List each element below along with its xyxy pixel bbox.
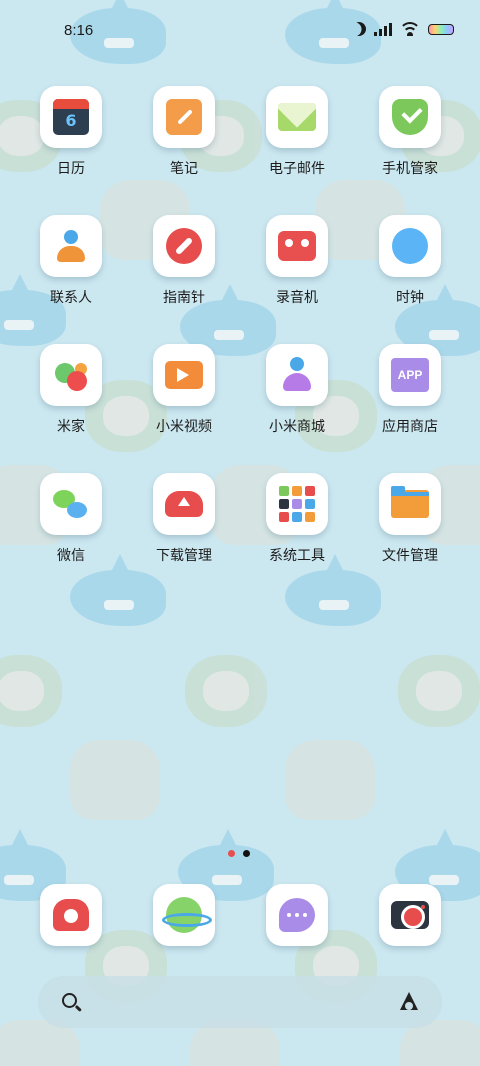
search-icon[interactable] xyxy=(62,993,77,1008)
app-label: 系统工具 xyxy=(269,548,325,564)
app-tile[interactable] xyxy=(40,215,102,277)
calendar-day: 6 xyxy=(65,111,77,130)
app-tile[interactable] xyxy=(40,344,102,406)
app-tile[interactable] xyxy=(266,215,328,277)
camera-indicator xyxy=(228,850,250,857)
browser-icon xyxy=(162,897,212,933)
app-tile[interactable] xyxy=(40,473,102,535)
app-tile[interactable] xyxy=(153,884,215,946)
app-label: 文件管理 xyxy=(382,548,438,564)
clock-icon xyxy=(392,228,428,264)
app-label: 手机管家 xyxy=(382,161,438,177)
app-clock[interactable]: 时钟 xyxy=(360,215,460,307)
folder-icon xyxy=(277,484,317,524)
wallpaper-blob xyxy=(0,655,62,727)
app-downloads[interactable]: 下载管理 xyxy=(134,473,234,565)
signal-icon xyxy=(374,22,392,36)
wallpaper-fist xyxy=(285,740,375,820)
wallpaper-blob xyxy=(185,655,267,727)
camera-icon xyxy=(391,901,429,929)
contacts-icon xyxy=(53,228,89,264)
app-file-manager[interactable]: 文件管理 xyxy=(360,473,460,565)
mijia-icon xyxy=(53,357,89,393)
app-store-icon: APP xyxy=(391,358,429,392)
wallpaper-shark xyxy=(70,554,166,626)
app-compass[interactable]: 指南针 xyxy=(134,215,234,307)
moon-icon xyxy=(349,19,368,38)
app-tile[interactable] xyxy=(266,344,328,406)
status-time: 8:16 xyxy=(64,22,94,39)
app-label: 笔记 xyxy=(170,161,198,177)
app-tile[interactable] xyxy=(379,473,441,535)
app-label: 时钟 xyxy=(396,290,424,306)
battery-icon xyxy=(428,23,454,35)
app-wechat[interactable]: 微信 xyxy=(21,473,121,565)
app-label: 小米视频 xyxy=(156,419,212,435)
app-label: 应用商店 xyxy=(382,419,438,435)
app-label: 电子邮件 xyxy=(269,161,325,177)
app-notes[interactable]: 笔记 xyxy=(134,86,234,178)
store-icon xyxy=(279,357,315,393)
wifi-icon xyxy=(400,22,420,36)
app-label: 联系人 xyxy=(50,290,92,306)
app-calendar[interactable]: 6 日历 xyxy=(21,86,121,178)
search-bar[interactable] xyxy=(38,976,442,1028)
video-icon xyxy=(165,361,203,389)
app-label: 小米商城 xyxy=(269,419,325,435)
app-contacts[interactable]: 联系人 xyxy=(21,215,121,307)
dock-phone[interactable] xyxy=(21,884,121,946)
app-security[interactable]: 手机管家 xyxy=(360,86,460,178)
dock xyxy=(0,884,480,946)
download-icon xyxy=(165,491,203,517)
status-icons xyxy=(352,22,454,36)
app-tile[interactable] xyxy=(153,86,215,148)
wallpaper-shark xyxy=(285,554,381,626)
recorder-icon xyxy=(278,231,316,261)
app-tile[interactable]: 6 xyxy=(40,86,102,148)
app-tile[interactable] xyxy=(379,86,441,148)
app-tile[interactable] xyxy=(40,884,102,946)
app-tile[interactable] xyxy=(266,884,328,946)
app-app-store[interactable]: APP 应用商店 xyxy=(360,344,460,436)
dock-messages[interactable] xyxy=(247,884,347,946)
shield-icon xyxy=(392,99,428,135)
wallpaper-fist xyxy=(70,740,160,820)
app-tile[interactable] xyxy=(379,884,441,946)
app-label: 指南针 xyxy=(163,290,205,306)
compass-icon xyxy=(166,228,202,264)
wallpaper-blob xyxy=(398,655,480,727)
app-tile[interactable] xyxy=(266,86,328,148)
app-tile[interactable] xyxy=(379,215,441,277)
assistant-icon[interactable] xyxy=(398,992,420,1012)
mail-icon xyxy=(278,103,316,131)
app-label: 下载管理 xyxy=(156,548,212,564)
dock-camera[interactable] xyxy=(360,884,460,946)
app-video[interactable]: 小米视频 xyxy=(134,344,234,436)
files-icon xyxy=(391,486,429,518)
app-tile[interactable]: APP xyxy=(379,344,441,406)
app-mijia[interactable]: 米家 xyxy=(21,344,121,436)
wechat-icon xyxy=(53,486,89,522)
app-store[interactable]: 小米商城 xyxy=(247,344,347,436)
app-label: 录音机 xyxy=(276,290,318,306)
phone-icon xyxy=(53,899,89,931)
app-email[interactable]: 电子邮件 xyxy=(247,86,347,178)
app-label: 日历 xyxy=(57,161,85,177)
app-label: 微信 xyxy=(57,548,85,564)
calendar-icon: 6 xyxy=(53,99,89,135)
app-tile[interactable] xyxy=(266,473,328,535)
app-tile[interactable] xyxy=(153,215,215,277)
app-system-tools-folder[interactable]: 系统工具 xyxy=(247,473,347,565)
app-label: 米家 xyxy=(57,419,85,435)
app-tile[interactable] xyxy=(153,344,215,406)
app-recorder[interactable]: 录音机 xyxy=(247,215,347,307)
notes-icon xyxy=(166,99,202,135)
messages-icon xyxy=(279,898,315,932)
dock-browser[interactable] xyxy=(134,884,234,946)
app-tile[interactable] xyxy=(153,473,215,535)
status-bar: 8:16 xyxy=(0,0,480,62)
